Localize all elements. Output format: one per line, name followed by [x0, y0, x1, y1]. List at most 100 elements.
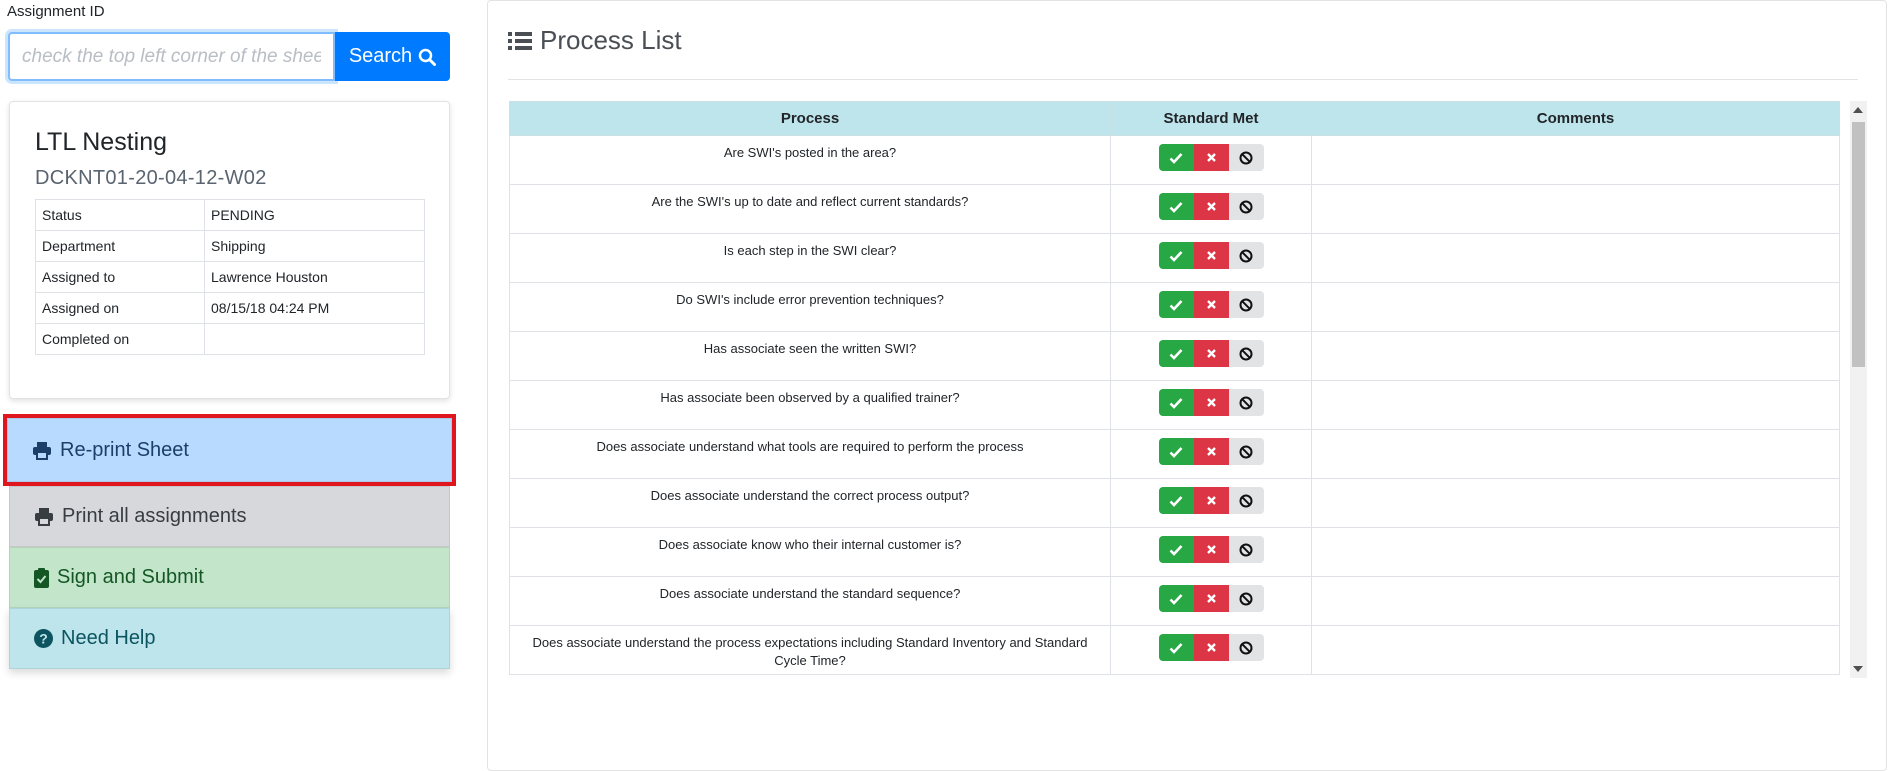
met-na-button[interactable] — [1228, 242, 1264, 269]
met-no-button[interactable] — [1193, 634, 1229, 661]
times-icon — [1206, 300, 1216, 309]
process-cell: Does associate understand the standard s… — [509, 576, 1111, 626]
met-na-button[interactable] — [1228, 193, 1264, 220]
standard-met-cell — [1110, 527, 1312, 577]
times-icon — [1206, 202, 1216, 211]
check-icon — [1169, 642, 1183, 654]
process-list-title: Process List — [540, 25, 682, 55]
ban-icon — [1239, 445, 1253, 458]
print-all-button[interactable]: Print all assignments — [9, 486, 450, 547]
check-icon — [1169, 348, 1183, 360]
search-button[interactable]: Search — [335, 32, 450, 81]
met-no-button[interactable] — [1193, 438, 1229, 465]
met-no-button[interactable] — [1193, 340, 1229, 367]
ban-icon — [1239, 298, 1253, 311]
check-icon — [1169, 201, 1183, 213]
need-help-label: Need Help — [61, 627, 156, 649]
met-no-button[interactable] — [1193, 536, 1229, 563]
met-na-button[interactable] — [1228, 144, 1264, 171]
met-yes-button[interactable] — [1158, 291, 1194, 318]
list-icon — [508, 31, 532, 50]
table-scrollbar[interactable] — [1850, 101, 1867, 678]
times-icon — [1206, 447, 1216, 456]
check-icon — [1169, 397, 1183, 409]
comment-cell[interactable] — [1311, 380, 1840, 430]
info-row: Status PENDING — [35, 199, 425, 231]
comment-cell[interactable] — [1311, 576, 1840, 626]
met-na-button[interactable] — [1228, 634, 1264, 661]
met-no-button[interactable] — [1193, 585, 1229, 612]
process-cell: Does associate know who their internal c… — [509, 527, 1111, 577]
comment-cell[interactable] — [1311, 233, 1840, 283]
comment-cell[interactable] — [1311, 527, 1840, 577]
met-na-button[interactable] — [1228, 536, 1264, 563]
standard-met-buttons — [1158, 536, 1264, 563]
process-cell: Are SWI's posted in the area? — [509, 135, 1111, 185]
comment-cell[interactable] — [1311, 429, 1840, 479]
divider — [508, 79, 1858, 80]
met-na-button[interactable] — [1228, 585, 1264, 612]
met-no-button[interactable] — [1193, 193, 1229, 220]
comment-cell[interactable] — [1311, 282, 1840, 332]
met-na-button[interactable] — [1228, 340, 1264, 367]
info-row: Assigned on 08/15/18 04:24 PM — [35, 292, 425, 324]
reprint-sheet-button[interactable]: Re-print Sheet — [3, 414, 456, 486]
times-icon — [1206, 153, 1216, 162]
sign-submit-button[interactable]: Sign and Submit — [9, 547, 450, 608]
met-no-button[interactable] — [1193, 487, 1229, 514]
met-no-button[interactable] — [1193, 242, 1229, 269]
met-no-button[interactable] — [1193, 389, 1229, 416]
met-no-button[interactable] — [1193, 144, 1229, 171]
check-icon — [1169, 544, 1183, 556]
comment-cell[interactable] — [1311, 625, 1840, 675]
scroll-up-icon[interactable] — [1853, 107, 1863, 113]
process-cell: Has associate been observed by a qualifi… — [509, 380, 1111, 430]
info-value: 08/15/18 04:24 PM — [204, 292, 425, 324]
table-row: Does associate understand the correct pr… — [509, 478, 1840, 528]
ban-icon — [1239, 151, 1253, 164]
met-na-button[interactable] — [1228, 438, 1264, 465]
ban-icon — [1239, 249, 1253, 262]
table-row: Does associate know who their internal c… — [509, 527, 1840, 577]
standard-met-buttons — [1158, 585, 1264, 612]
times-icon — [1206, 251, 1216, 260]
met-yes-button[interactable] — [1158, 487, 1194, 514]
left-panel: Assignment ID Search LTL Nesting DCKNT01… — [0, 0, 460, 771]
standard-met-buttons — [1158, 144, 1264, 171]
met-yes-button[interactable] — [1158, 144, 1194, 171]
table-row: Are SWI's posted in the area? — [509, 135, 1840, 185]
comment-cell[interactable] — [1311, 184, 1840, 234]
standard-met-cell — [1110, 331, 1312, 381]
need-help-button[interactable]: ? Need Help — [9, 608, 450, 669]
print-icon — [35, 508, 53, 526]
scroll-down-icon[interactable] — [1853, 666, 1863, 672]
standard-met-cell — [1110, 233, 1312, 283]
ban-icon — [1239, 347, 1253, 360]
scrollbar-thumb[interactable] — [1852, 122, 1865, 367]
met-na-button[interactable] — [1228, 389, 1264, 416]
met-no-button[interactable] — [1193, 291, 1229, 318]
met-yes-button[interactable] — [1158, 634, 1194, 661]
assignment-info-table: Status PENDING Department Shipping Assigned … — [35, 199, 425, 355]
process-cell: Does associate understand the process ex… — [509, 625, 1111, 675]
met-yes-button[interactable] — [1158, 193, 1194, 220]
met-yes-button[interactable] — [1158, 585, 1194, 612]
met-yes-button[interactable] — [1158, 340, 1194, 367]
info-value: PENDING — [204, 199, 425, 231]
met-yes-button[interactable] — [1158, 389, 1194, 416]
comment-cell[interactable] — [1311, 478, 1840, 528]
standard-met-cell — [1110, 135, 1312, 185]
standard-met-buttons — [1158, 242, 1264, 269]
process-list-heading: Process List — [508, 25, 682, 56]
met-na-button[interactable] — [1228, 291, 1264, 318]
question-circle-icon: ? — [34, 629, 53, 648]
met-yes-button[interactable] — [1158, 438, 1194, 465]
met-na-button[interactable] — [1228, 487, 1264, 514]
comment-cell[interactable] — [1311, 331, 1840, 381]
standard-met-buttons — [1158, 487, 1264, 514]
met-yes-button[interactable] — [1158, 242, 1194, 269]
comment-cell[interactable] — [1311, 135, 1840, 185]
met-yes-button[interactable] — [1158, 536, 1194, 563]
assignment-id-input[interactable] — [8, 32, 335, 81]
check-icon — [1169, 299, 1183, 311]
